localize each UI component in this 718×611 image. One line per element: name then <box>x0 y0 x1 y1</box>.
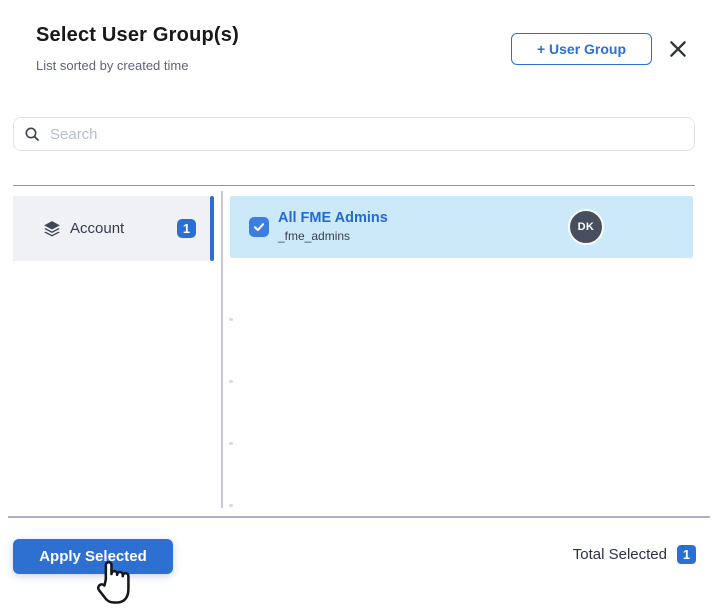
panel-divider <box>221 191 223 508</box>
total-selected-badge: 1 <box>677 545 696 564</box>
search-icon <box>24 126 40 142</box>
sidebar-item-label: Account <box>70 220 125 237</box>
list-separator-dot <box>229 442 233 445</box>
avatar: DK <box>567 209 604 245</box>
checkmark-icon <box>252 220 266 234</box>
group-checkbox[interactable] <box>249 217 269 237</box>
sidebar-item-account[interactable]: Account 1 <box>13 196 210 261</box>
search-bar <box>13 117 695 151</box>
sidebar-count-badge: 1 <box>177 219 196 238</box>
total-selected-label: Total Selected <box>572 546 667 563</box>
list-separator-dot <box>229 380 233 383</box>
active-tab-indicator <box>210 196 214 261</box>
close-icon <box>668 41 688 62</box>
select-user-group-dialog: { "header": { "title": "Select User Grou… <box>0 0 718 604</box>
apply-selected-button[interactable]: Apply Selected <box>13 539 173 574</box>
header-divider <box>13 185 695 186</box>
page-title: Select User Group(s) <box>36 24 239 46</box>
sort-hint-text: List sorted by created time <box>36 58 189 73</box>
list-separator-dot <box>229 318 233 321</box>
list-item-group[interactable]: All FME Admins _fme_admins DK <box>230 196 693 258</box>
footer-divider <box>8 516 710 518</box>
search-input[interactable] <box>48 124 684 144</box>
group-id: _fme_admins <box>278 228 351 243</box>
layers-icon <box>42 219 62 239</box>
add-user-group-button[interactable]: + User Group <box>511 33 652 65</box>
group-name: All FME Admins <box>278 210 388 227</box>
group-text: All FME Admins _fme_admins <box>278 210 388 243</box>
total-selected: Total Selected 1 <box>573 545 696 564</box>
close-button[interactable] <box>668 39 688 59</box>
list-separator-dot <box>229 504 233 507</box>
